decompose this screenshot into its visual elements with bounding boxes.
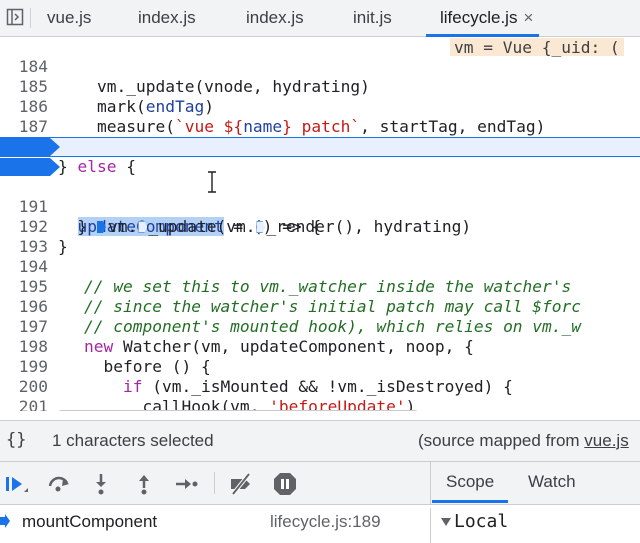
code-line-breakpoint: 189 updateComponent = () => { xyxy=(0,137,640,236)
code-line: 200 callHook(vm, 'beforeUpdate') xyxy=(0,357,640,411)
tab-label: index.js xyxy=(246,8,304,27)
tab-scope[interactable]: Scope xyxy=(431,472,509,503)
tab-vue-js[interactable]: vue.js xyxy=(47,0,91,36)
toolbar-divider xyxy=(214,472,215,494)
code-line-breakpoint: 190 vm. _update(vm. _render(), hydrating) xyxy=(0,157,640,236)
call-frame-name: mountComponent xyxy=(22,512,158,531)
tab-lifecycle-js[interactable]: lifecycle.js × xyxy=(425,0,540,37)
code-line: 198 before () { xyxy=(0,317,640,376)
scope-section-local[interactable]: Local xyxy=(430,508,640,543)
inline-variable-value: vm = Vue {_uid: ( xyxy=(450,38,624,57)
step-into-icon[interactable] xyxy=(87,470,115,498)
text-cursor-icon xyxy=(208,171,216,193)
call-stack-frame[interactable]: mountComponent lifecycle.js:189 xyxy=(0,508,430,538)
toggle-navigator-icon[interactable] xyxy=(6,8,24,26)
scope-local-label: Local xyxy=(454,511,509,532)
code-line: 193 xyxy=(0,217,640,256)
expand-triangle-icon[interactable] xyxy=(441,518,451,526)
sidebar-tabs: Scope Watch xyxy=(430,462,640,505)
breakpoint-marker[interactable] xyxy=(0,158,60,176)
step-out-icon[interactable] xyxy=(130,470,158,498)
tab-index-js[interactable]: index.js xyxy=(138,0,196,36)
code-line: 188 } else { xyxy=(0,117,640,176)
debugger-panel: Scope Watch mountComponent lifecycle.js:… xyxy=(0,462,640,543)
close-tab-icon[interactable]: × xyxy=(523,8,533,27)
breakpoint-marker[interactable] xyxy=(0,138,60,156)
code-line: 186 measure(`vue ${name} patch`, startTa… xyxy=(0,77,640,136)
selection-status: 1 characters selected xyxy=(52,431,214,450)
source-map-status: (source mapped from vue.js xyxy=(418,431,629,450)
call-frame-location[interactable]: lifecycle.js:189 xyxy=(270,512,381,532)
code-line: 196 // component's mounted hook), which … xyxy=(0,277,640,336)
code-editor[interactable]: 184 vm._update(vnode, hydrating) vm = Vu… xyxy=(0,37,640,411)
code-line: 201 } xyxy=(0,377,640,411)
current-frame-arrow-icon xyxy=(0,514,10,528)
tab-index-js-2[interactable]: index.js xyxy=(246,0,304,36)
code-line: 202 } xyxy=(0,397,640,411)
step-over-icon[interactable] xyxy=(45,470,73,498)
code-line: 195 // since the watcher's initial patch… xyxy=(0,257,640,316)
tab-label: init.js xyxy=(353,8,392,27)
deactivate-breakpoints-icon[interactable] xyxy=(227,470,255,498)
code-line: 184 vm._update(vnode, hydrating) vm = Vu… xyxy=(0,37,640,96)
tab-init-js[interactable]: init.js xyxy=(353,0,392,36)
code-line: 194 // we set this to vm._watcher inside… xyxy=(0,237,640,296)
editor-status-bar: {} 1 characters selected (source mapped … xyxy=(0,420,640,462)
code-line: 192 } xyxy=(0,197,640,256)
code-line: 191 } xyxy=(0,177,640,236)
debugger-toolbar xyxy=(0,462,430,505)
horizontal-scrollbar[interactable] xyxy=(58,410,418,411)
editor-tab-bar: vue.js index.js index.js init.js lifecyc… xyxy=(0,0,640,37)
source-map-link[interactable]: vue.js xyxy=(584,431,628,450)
paused-line-highlight xyxy=(0,137,640,157)
tab-label: vue.js xyxy=(47,8,92,27)
tab-label: index.js xyxy=(138,8,196,27)
pause-on-exceptions-icon[interactable] xyxy=(271,470,299,498)
pretty-print-button[interactable]: {} xyxy=(6,430,26,450)
tab-label: lifecycle.js xyxy=(440,8,518,27)
step-icon[interactable] xyxy=(172,470,200,498)
code-line: 187 } xyxy=(0,97,640,156)
resume-icon[interactable] xyxy=(2,470,30,498)
tab-watch[interactable]: Watch xyxy=(528,472,576,492)
code-line: 185 mark(endTag) xyxy=(0,57,640,116)
code-line: 199 if (vm._isMounted && !vm._isDestroye… xyxy=(0,337,640,396)
code-line: 197 new Watcher(vm, updateComponent, noo… xyxy=(0,297,640,356)
